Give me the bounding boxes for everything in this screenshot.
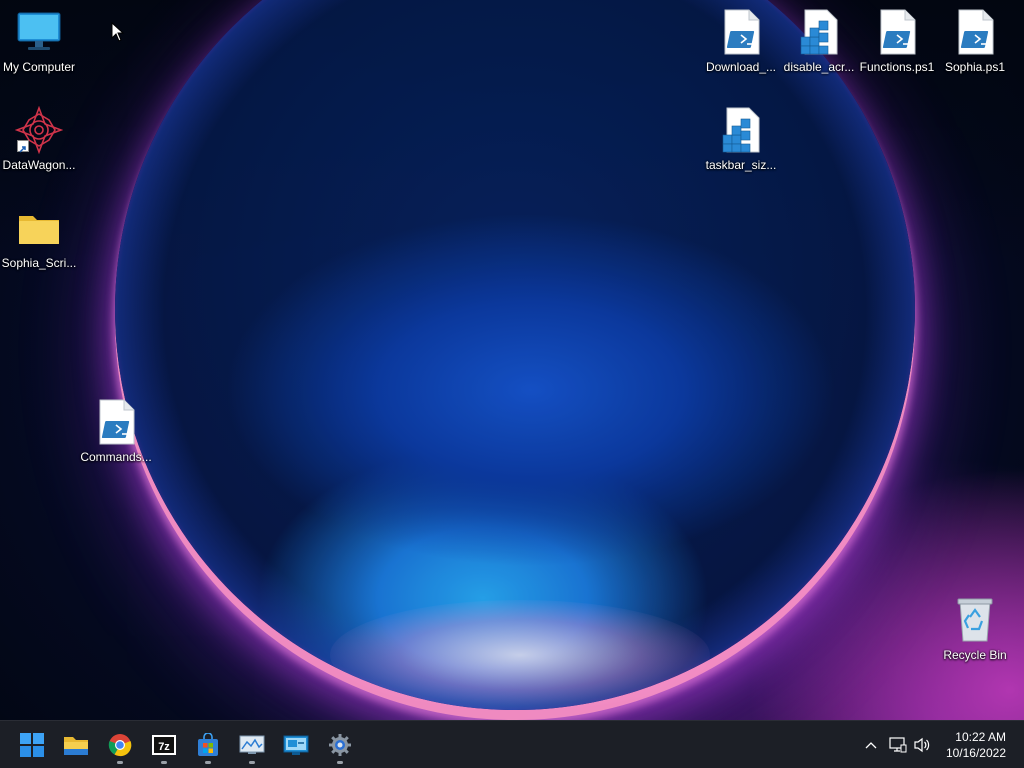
store-icon [198,733,218,756]
desktop-icon-label: DataWagon... [2,158,76,172]
powershell-script-icon [717,8,765,56]
desktop-icon-sophia-ps1[interactable]: Sophia.ps1 [936,8,1014,74]
network-icon [889,737,907,753]
desktop-icon-label: Sophia.ps1 [944,60,1006,74]
running-indicator [205,761,211,764]
desktop-icon-label: Download_... [705,60,777,74]
taskbar-settings-button[interactable] [320,725,360,765]
taskbar-remote-desktop-button[interactable] [276,725,316,765]
chevron-up-icon [865,742,877,749]
tray-network-button[interactable] [886,721,910,768]
settings-gear-icon [329,734,351,756]
taskbar-store-button[interactable] [188,725,228,765]
clock-time: 10:22 AM [955,730,1006,744]
folder-icon [15,204,63,252]
powershell-script-icon [92,398,140,446]
taskbar: 7z 10:22 AM 10/16/2022 [0,720,1024,768]
running-indicator [337,761,343,764]
desktop-icon-disable-acrylic-reg[interactable]: disable_acr... [780,8,858,74]
file-explorer-icon [64,737,88,755]
taskbar-7zip-button[interactable]: 7z [144,725,184,765]
wallpaper-orb-glow [330,600,710,710]
desktop-icon-label: Functions.ps1 [859,60,935,74]
clock-date: 10/16/2022 [945,746,1006,760]
taskbar-file-explorer-button[interactable] [56,725,96,765]
desktop-icon-label: disable_acr... [783,60,855,74]
running-indicator [249,761,255,764]
registry-file-icon [795,8,843,56]
desktop-icon-functions-ps1[interactable]: Functions.ps1 [858,8,936,74]
remote-desktop-icon [283,735,309,755]
running-indicator [117,761,123,764]
performance-monitor-icon [239,735,265,754]
desktop-icon-datawagon[interactable]: DataWagon... [0,106,78,172]
svg-text:7z: 7z [158,741,170,753]
registry-file-icon [717,106,765,154]
taskbar-chrome-button[interactable] [100,725,140,765]
tray-volume-button[interactable] [910,721,934,768]
desktop-icon-commands-script[interactable]: Commands... [77,398,155,464]
running-indicator [161,761,167,764]
desktop-icon-recycle-bin[interactable]: Recycle Bin [936,596,1014,662]
mouse-cursor-icon [111,22,125,42]
desktop-icon-label: Sophia_Scri... [1,256,77,270]
desktop-icon-taskbar-size-reg[interactable]: taskbar_siz... [702,106,780,172]
volume-icon [914,737,930,753]
chrome-icon [108,734,132,757]
desktop-icon-label: My Computer [2,60,76,74]
desktop-icon-label: taskbar_siz... [705,158,777,172]
monitor-icon [15,8,63,56]
desktop-icon-download-script[interactable]: Download_... [702,8,780,74]
shortcut-arrow-icon [17,140,29,153]
desktop-icon-sophia-scripts-folder[interactable]: Sophia_Scri... [0,204,78,270]
desktop-wallpaper [0,0,1024,720]
taskbar-start-button[interactable] [12,725,52,765]
taskbar-performance-monitor-button[interactable] [232,725,272,765]
taskbar-clock[interactable]: 10:22 AM 10/16/2022 [936,729,1006,761]
tray-show-hidden-icons-button[interactable] [860,721,882,768]
powershell-script-icon [951,8,999,56]
desktop-icon-label: Commands... [80,450,152,464]
7zip-icon: 7z [152,735,176,755]
windows-start-icon [20,733,44,757]
datawagon-logo-icon [15,106,63,154]
desktop-icon-my-computer[interactable]: My Computer [0,8,78,74]
desktop-icon-label: Recycle Bin [943,648,1007,662]
recycle-bin-icon [951,596,999,644]
powershell-script-icon [873,8,921,56]
